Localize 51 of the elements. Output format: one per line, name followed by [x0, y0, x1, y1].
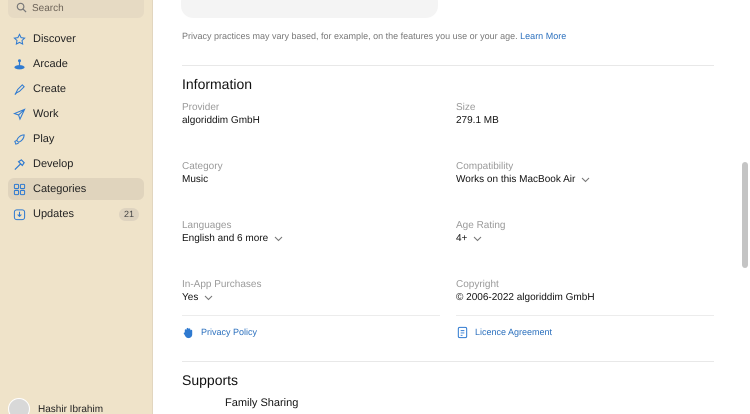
scrollbar[interactable] [742, 162, 748, 268]
field-value: Music [182, 173, 208, 187]
document-link[interactable]: Licence Agreement [456, 326, 552, 339]
hand-icon [182, 326, 195, 339]
sidebar-item[interactable]: Updates 21 [8, 203, 144, 225]
learn-more-link[interactable]: Learn More [520, 31, 566, 41]
sidebar-item[interactable]: Create [8, 78, 144, 100]
chevron-down-icon [204, 295, 214, 301]
field-value: algoriddim GmbH [182, 114, 260, 128]
star-icon [13, 32, 26, 46]
avatar[interactable] [8, 398, 30, 414]
field-label: Provider [182, 101, 220, 114]
chevron-down-icon [274, 236, 284, 242]
field-label: Category [182, 160, 223, 173]
search-icon [16, 2, 27, 13]
search-field[interactable]: Search [8, 0, 144, 18]
grid-icon [13, 182, 26, 196]
dropdown-value[interactable]: Yes [182, 291, 214, 305]
privacy-note: Privacy practices may vary based, for example, on the features you use or your age. Learn More [182, 30, 568, 42]
brush-icon [13, 82, 26, 96]
field-value: © 2006-2022 algoriddim GmbH [456, 291, 595, 305]
field-label: Compatibility [456, 160, 514, 173]
hammer-icon [13, 158, 26, 170]
field-value: 279.1 MB [456, 114, 499, 128]
chevron-down-icon [581, 177, 590, 183]
sidebar-item[interactable]: Arcade [8, 53, 144, 75]
chevron-down-icon [473, 236, 482, 242]
document-icon [456, 326, 469, 339]
field-label: Size [456, 101, 476, 114]
field-label: Languages [182, 219, 232, 232]
document-link[interactable]: Privacy Policy [182, 326, 258, 339]
dropdown-value[interactable]: English and 6 more [182, 232, 284, 246]
dropdown-value[interactable]: Works on this MacBook Air [456, 173, 590, 187]
sidebar-item[interactable]: Develop [8, 153, 144, 175]
paper-plane-icon [13, 108, 26, 120]
joystick-icon [13, 58, 26, 70]
field-label: In-App Purchases [182, 278, 262, 291]
field-label: Copyright [456, 278, 499, 291]
field-label: Age Rating [456, 219, 506, 232]
sidebar-item[interactable]: Play [8, 128, 144, 150]
download-icon [13, 208, 26, 220]
section-title: Information [182, 75, 254, 93]
sidebar-item[interactable]: Discover [8, 28, 144, 50]
support-item: Family Sharing [225, 396, 300, 410]
dropdown-value[interactable]: 4+ [456, 232, 482, 246]
section-title: Supports [182, 371, 240, 389]
rocket-icon [13, 132, 26, 146]
sidebar-item[interactable]: Work [8, 103, 144, 125]
user-name: Hashir Ibrahim [38, 402, 104, 414]
count-badge: 21 [118, 208, 139, 220]
sidebar-item[interactable]: Categories [8, 178, 144, 200]
